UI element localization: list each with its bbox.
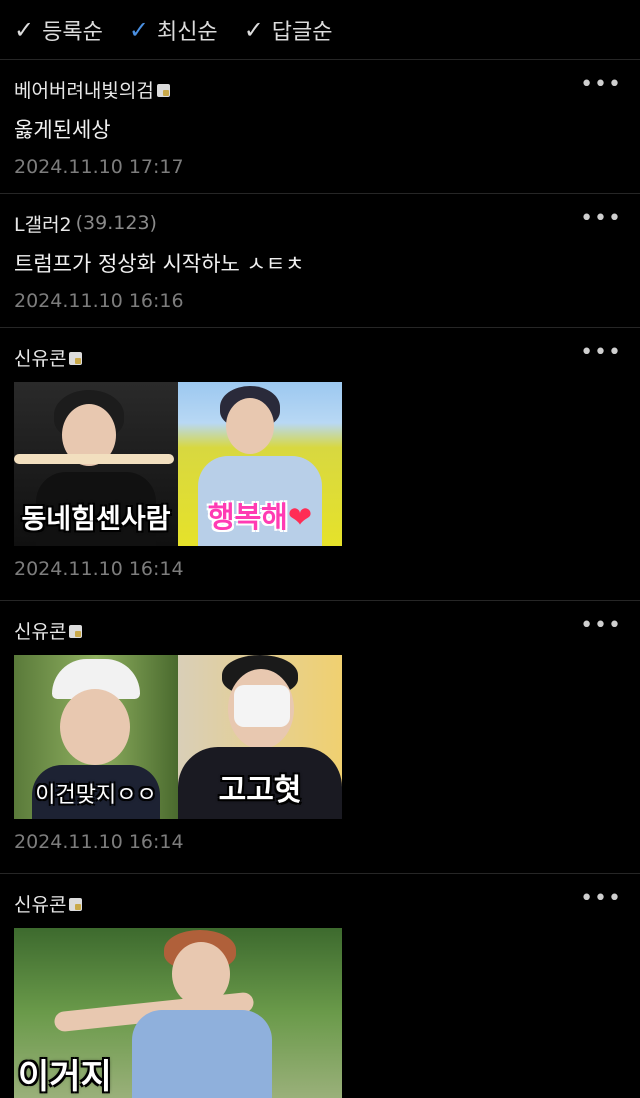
sort-registered[interactable]: ✓ 등록순 — [14, 14, 103, 46]
gallery-badge-icon — [69, 624, 83, 638]
comment-author[interactable]: 베어버려내빛의검 — [14, 74, 626, 104]
comment-date: 2024.11.10 16:14 — [14, 831, 184, 853]
dccon-image[interactable]: 이건맞지ㅇㅇ — [14, 655, 178, 819]
more-options-icon[interactable]: ••• — [580, 340, 622, 365]
comment-text: 옳게된세상 — [14, 118, 111, 142]
gallery-badge-icon — [69, 351, 83, 365]
bat — [14, 454, 174, 464]
comment-item: 신유콘 ••• 이건맞지ㅇㅇ 고고혓 2024.11.10 16:14 — [0, 601, 640, 874]
gallery-badge-icon — [69, 897, 83, 911]
comment-author[interactable]: 신유콘 — [14, 342, 626, 372]
comment-author[interactable]: L갤러2 (39.123) — [14, 208, 626, 238]
comment-item: 신유콘 ••• 동네힘센사람 행복해❤ 2024.11.10 16:14 — [0, 328, 640, 601]
mask — [234, 685, 290, 727]
comment-date: 2024.11.10 17:17 — [14, 156, 184, 178]
sort-replies[interactable]: ✓ 답글순 — [244, 14, 333, 46]
dccon-caption: 행복해❤ — [207, 500, 313, 534]
comment-item: 신유콘 ••• 이거지 — [0, 874, 640, 1098]
dccon-images: 동네힘센사람 행복해❤ — [14, 382, 626, 546]
dccon-caption: 고고혓 — [218, 773, 302, 808]
more-options-icon[interactable]: ••• — [580, 206, 622, 231]
comment-date: 2024.11.10 16:16 — [14, 290, 184, 312]
comment-item: 베어버려내빛의검 ••• 옳게된세상 2024.11.10 17:17 — [0, 60, 640, 194]
dccon-image[interactable]: 행복해❤ — [178, 382, 342, 546]
dccon-caption: 동네힘센사람 — [21, 504, 171, 535]
comment-author[interactable]: 신유콘 — [14, 888, 626, 918]
dccon-images: 이건맞지ㅇㅇ 고고혓 — [14, 655, 626, 819]
heart-icon: ❤ — [287, 500, 313, 534]
dccon-image[interactable]: 동네힘센사람 — [14, 382, 178, 546]
comment-date: 2024.11.10 16:14 — [14, 558, 184, 580]
comment-text: 트럼프가 정상화 시작하노 ㅅㅌㅊ — [14, 252, 305, 276]
comment-item: L갤러2 (39.123) ••• 트럼프가 정상화 시작하노 ㅅㅌㅊ 2024… — [0, 194, 640, 328]
check-icon: ✓ — [128, 15, 149, 44]
check-icon: ✓ — [14, 15, 35, 44]
dccon-image[interactable]: 고고혓 — [178, 655, 342, 819]
dccon-caption: 이건맞지ㅇㅇ — [35, 783, 157, 808]
sort-latest[interactable]: ✓ 최신순 — [129, 14, 218, 46]
comment-author[interactable]: 신유콘 — [14, 615, 626, 645]
dccon-caption: 이거지 — [18, 1057, 112, 1097]
sort-bar: ✓ 등록순 ✓ 최신순 ✓ 답글순 — [0, 0, 640, 60]
check-icon: ✓ — [243, 15, 264, 44]
dccon-images: 이거지 — [14, 928, 626, 1098]
dccon-image[interactable]: 이거지 — [14, 928, 342, 1098]
more-options-icon[interactable]: ••• — [580, 886, 622, 911]
comment-ip: (39.123) — [75, 212, 157, 234]
gallery-badge-icon — [156, 83, 170, 97]
more-options-icon[interactable]: ••• — [580, 72, 622, 97]
more-options-icon[interactable]: ••• — [580, 613, 622, 638]
